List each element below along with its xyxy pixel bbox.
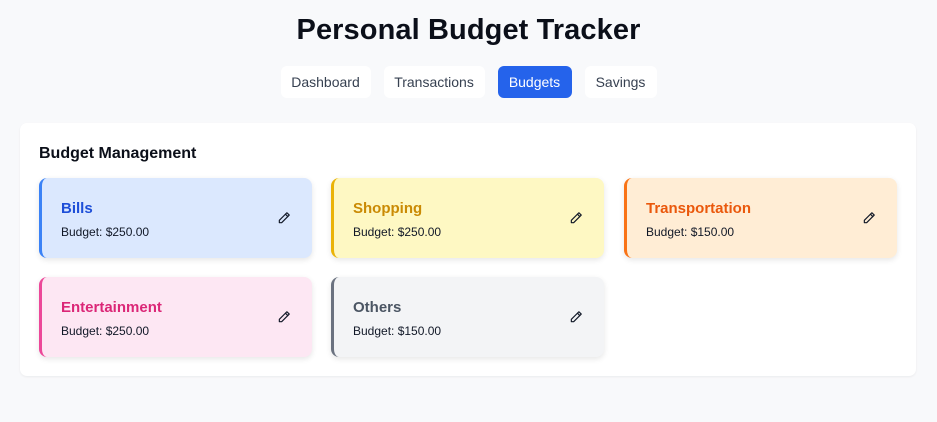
budget-card-transportation[interactable]: Transportation Budget: $150.00 bbox=[624, 178, 897, 258]
edit-budget-button[interactable] bbox=[274, 307, 294, 327]
budget-card-bills[interactable]: Bills Budget: $250.00 bbox=[39, 178, 312, 258]
budget-card-amount: Budget: $250.00 bbox=[61, 225, 150, 239]
pencil-icon bbox=[278, 212, 290, 224]
tab-savings[interactable]: Savings bbox=[584, 66, 657, 98]
app-title: Personal Budget Tracker bbox=[296, 14, 641, 46]
pencil-icon bbox=[570, 212, 582, 224]
budget-card-amount: Budget: $150.00 bbox=[646, 225, 735, 239]
budget-card-name: Bills bbox=[61, 200, 93, 217]
budget-card-shopping[interactable]: Shopping Budget: $250.00 bbox=[331, 178, 604, 258]
tab-dashboard[interactable]: Dashboard bbox=[280, 66, 371, 98]
pencil-icon bbox=[570, 311, 582, 323]
budget-card-name: Transportation bbox=[646, 200, 752, 217]
budget-card-amount: Budget: $250.00 bbox=[61, 324, 150, 338]
budget-card-entertainment[interactable]: Entertainment Budget: $250.00 bbox=[39, 277, 312, 357]
panel-title: Budget Management bbox=[39, 145, 197, 162]
budget-card-name: Shopping bbox=[353, 200, 423, 217]
tab-budgets[interactable]: Budgets bbox=[497, 66, 572, 98]
main-nav: Dashboard Transactions Budgets Savings bbox=[0, 66, 937, 98]
budget-card-amount: Budget: $150.00 bbox=[353, 324, 442, 338]
edit-budget-button[interactable] bbox=[566, 307, 586, 327]
edit-budget-button[interactable] bbox=[859, 208, 879, 228]
budget-card-amount: Budget: $250.00 bbox=[353, 225, 442, 239]
edit-budget-button[interactable] bbox=[566, 208, 586, 228]
edit-budget-button[interactable] bbox=[274, 208, 294, 228]
pencil-icon bbox=[278, 311, 290, 323]
budget-card-name: Others bbox=[353, 299, 402, 316]
budget-management-panel: Budget Management Bills Budget: $250.00 … bbox=[20, 123, 916, 376]
budget-card-others[interactable]: Others Budget: $150.00 bbox=[331, 277, 604, 357]
budget-card-name: Entertainment bbox=[61, 299, 162, 316]
tab-transactions[interactable]: Transactions bbox=[383, 66, 485, 98]
pencil-icon bbox=[863, 212, 875, 224]
